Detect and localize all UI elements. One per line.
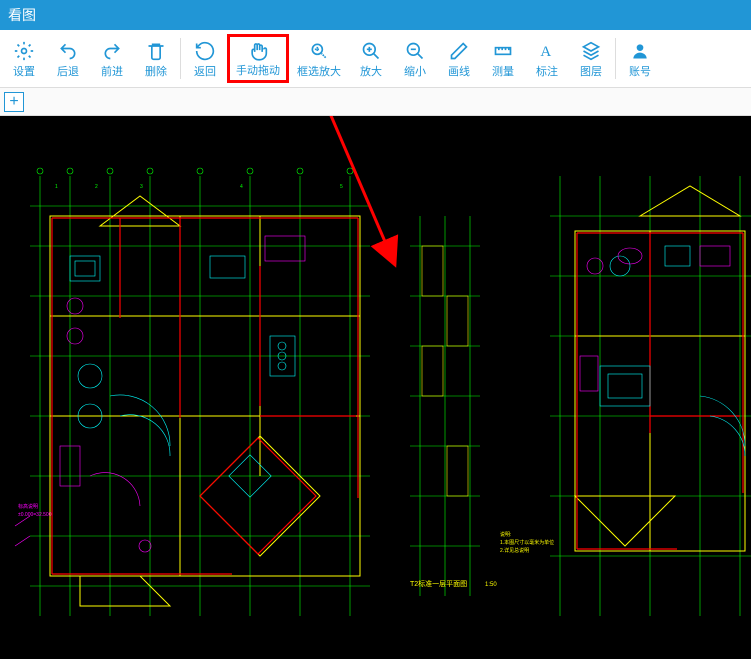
rotate-icon	[195, 39, 215, 63]
scale-label: 1:50	[485, 582, 497, 588]
settings-button[interactable]: 设置	[2, 34, 46, 83]
layers-icon	[581, 39, 601, 63]
svg-text:说明:: 说明:	[500, 531, 511, 538]
toolbar: 设置 后退 前进 删除 返回 手动拖动 框选放大	[0, 30, 751, 88]
undo-icon	[58, 39, 78, 63]
settings-label: 设置	[13, 63, 35, 79]
toolbar-separator	[615, 38, 616, 79]
zoom-window-label: 框选放大	[297, 63, 341, 79]
gear-icon	[14, 39, 34, 63]
svg-text:1.本图尺寸以毫米为单位: 1.本图尺寸以毫米为单位	[500, 539, 554, 546]
delete-button[interactable]: 删除	[134, 34, 178, 83]
svg-text:2.详见总说明: 2.详见总说明	[500, 547, 529, 554]
plus-icon: +	[9, 93, 18, 111]
add-tab-button[interactable]: +	[4, 92, 24, 112]
measure-label: 测量	[492, 63, 514, 79]
svg-text:1: 1	[55, 184, 58, 190]
return-label: 返回	[194, 63, 216, 79]
hand-icon	[248, 39, 268, 62]
zoom-in-icon	[361, 39, 381, 63]
zoom-window-button[interactable]: 框选放大	[289, 34, 349, 83]
account-label: 账号	[629, 63, 651, 79]
title-bar: 看图	[0, 0, 751, 30]
redo-icon	[102, 39, 122, 63]
back-button[interactable]: 后退	[46, 34, 90, 83]
pan-label: 手动拖动	[236, 62, 280, 78]
zoom-out-button[interactable]: 缩小	[393, 34, 437, 83]
user-icon	[630, 39, 650, 63]
line-button[interactable]: 画线	[437, 34, 481, 83]
cad-drawing: 1 2 3 4 5	[0, 116, 751, 659]
floor-plan-label: T2标准一层平面图	[410, 579, 467, 588]
svg-text:A: A	[540, 44, 551, 60]
forward-button[interactable]: 前进	[90, 34, 134, 83]
line-label: 画线	[448, 63, 470, 79]
pencil-icon	[449, 39, 469, 63]
svg-text:3: 3	[140, 184, 143, 190]
cad-canvas[interactable]: 1 2 3 4 5	[0, 116, 751, 659]
text-icon: A	[537, 39, 557, 63]
annotate-button[interactable]: A 标注	[525, 34, 569, 83]
zoom-in-button[interactable]: 放大	[349, 34, 393, 83]
annotate-label: 标注	[536, 63, 558, 79]
svg-text:标高说明: 标高说明	[18, 503, 38, 510]
svg-text:2: 2	[95, 184, 98, 190]
toolbar-separator	[180, 38, 181, 79]
delete-label: 删除	[145, 63, 167, 79]
layer-button[interactable]: 图层	[569, 34, 613, 83]
return-button[interactable]: 返回	[183, 34, 227, 83]
zoom-out-icon	[405, 39, 425, 63]
back-label: 后退	[57, 63, 79, 79]
pan-button[interactable]: 手动拖动	[227, 34, 289, 83]
title-text: 看图	[8, 7, 36, 23]
svg-text:5: 5	[340, 184, 343, 190]
layer-label: 图层	[580, 63, 602, 79]
zoom-in-label: 放大	[360, 63, 382, 79]
zoom-out-label: 缩小	[404, 63, 426, 79]
zoom-window-icon	[309, 39, 329, 63]
forward-label: 前进	[101, 63, 123, 79]
svg-text:4: 4	[240, 184, 243, 190]
tab-bar: +	[0, 88, 751, 116]
svg-text:±0.000=32.500: ±0.000=32.500	[18, 512, 52, 518]
trash-icon	[146, 39, 166, 63]
measure-button[interactable]: 测量	[481, 34, 525, 83]
ruler-icon	[493, 39, 513, 63]
account-button[interactable]: 账号	[618, 34, 662, 83]
